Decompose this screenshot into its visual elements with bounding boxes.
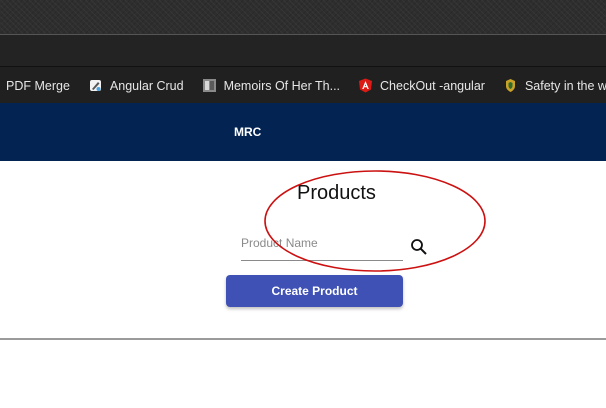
divider bbox=[0, 338, 606, 340]
bookmark-label: PDF Merge bbox=[6, 78, 70, 93]
navbar-brand[interactable]: MRC bbox=[234, 125, 261, 139]
bookmark-label: Memoirs Of Her Th... bbox=[223, 78, 341, 93]
book-cover-icon bbox=[202, 78, 217, 93]
main-content: Products Create Product bbox=[0, 161, 606, 408]
bookmark-pdf-merge[interactable]: PDF Merge bbox=[6, 79, 70, 93]
bookmark-memoirs[interactable]: Memoirs Of Her Th... bbox=[202, 78, 340, 93]
search-button[interactable] bbox=[408, 236, 430, 258]
search-field[interactable] bbox=[241, 234, 403, 261]
product-name-input[interactable] bbox=[241, 234, 403, 250]
bookmark-angular-crud[interactable]: Angular Crud bbox=[88, 78, 184, 93]
bookmark-label: Safety in the work bbox=[524, 78, 606, 93]
bookmark-label: Angular Crud bbox=[109, 78, 184, 93]
browser-tab-strip bbox=[0, 0, 606, 34]
bookmark-checkout-angular[interactable]: CheckOut -angular bbox=[358, 78, 485, 93]
pen-tool-icon bbox=[88, 78, 103, 93]
coat-of-arms-icon bbox=[503, 78, 518, 93]
create-product-button[interactable]: Create Product bbox=[226, 275, 403, 307]
bookmark-safety[interactable]: Safety in the work bbox=[503, 78, 606, 93]
search-icon bbox=[411, 239, 427, 255]
browser-toolbar bbox=[0, 34, 606, 67]
page-title: Products bbox=[297, 182, 376, 204]
angular-icon bbox=[358, 78, 373, 93]
app-navbar: MRC bbox=[0, 103, 606, 161]
bookmarks-bar: PDF Merge Angular Crud Memoirs Of Her Th… bbox=[0, 66, 606, 104]
bookmark-label: CheckOut -angular bbox=[380, 78, 485, 93]
